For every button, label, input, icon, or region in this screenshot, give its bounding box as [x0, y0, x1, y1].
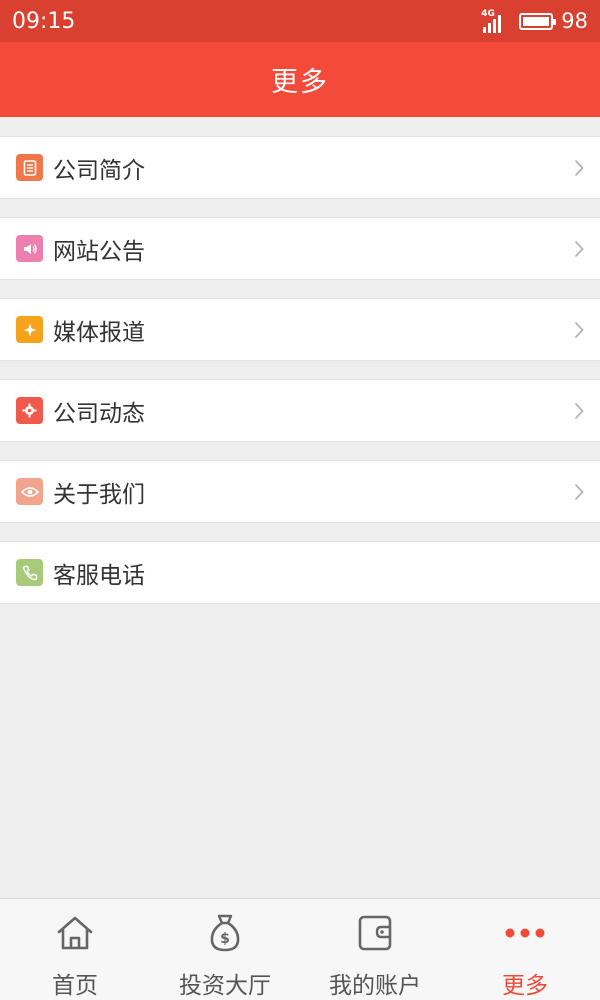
more-dots-icon: [503, 911, 547, 954]
menu-item-media-reports[interactable]: 媒体报道: [0, 298, 600, 361]
menu-item-site-announcements[interactable]: 网站公告: [0, 217, 600, 280]
tab-more[interactable]: 更多: [450, 899, 600, 1000]
phone-icon: [16, 559, 43, 586]
status-bar: 09:15 4G 98: [0, 0, 600, 42]
menu-item-label: 网站公告: [53, 238, 145, 265]
menu-item-label: 公司简介: [53, 157, 145, 184]
tab-investment-hall[interactable]: $ 投资大厅: [150, 899, 300, 1000]
home-icon: [56, 911, 94, 954]
menu-item-label: 公司动态: [53, 400, 145, 427]
speaker-icon: [16, 235, 43, 262]
status-right: 4G 98: [481, 9, 588, 33]
status-time: 09:15: [12, 8, 76, 34]
tab-label: 更多: [502, 973, 548, 999]
chevron-right-icon: [574, 483, 584, 500]
tab-label: 我的账户: [329, 973, 421, 999]
tab-label: 投资大厅: [179, 973, 271, 999]
gear-icon: [16, 397, 43, 424]
menu-item-customer-service-phone[interactable]: 客服电话: [0, 541, 600, 604]
menu-item-about-us[interactable]: 关于我们: [0, 460, 600, 523]
battery-percent: 98: [561, 9, 588, 33]
tab-home[interactable]: 首页: [0, 899, 150, 1000]
money-bag-icon: $: [208, 911, 242, 954]
svg-text:$: $: [220, 931, 230, 947]
tab-label: 首页: [52, 973, 98, 999]
signal-icon: 4G: [481, 9, 511, 33]
page-title: 更多: [271, 67, 329, 98]
chevron-right-icon: [574, 321, 584, 338]
chevron-right-icon: [574, 240, 584, 257]
menu-item-label: 关于我们: [53, 481, 145, 508]
menu-item-label: 媒体报道: [53, 319, 145, 346]
document-icon: [16, 154, 43, 181]
menu-item-company-profile[interactable]: 公司简介: [0, 136, 600, 199]
chevron-right-icon: [574, 402, 584, 419]
chevron-right-icon: [574, 159, 584, 176]
battery-icon: [519, 12, 557, 30]
menu-item-label: 客服电话: [53, 562, 145, 589]
header: 更多: [0, 42, 600, 117]
more-menu: 公司简介 网站公告 媒体报道 公司动态 关于我们 客服电话: [0, 136, 600, 622]
tab-my-account[interactable]: 我的账户: [300, 899, 450, 1000]
eye-icon: [16, 478, 43, 505]
menu-item-company-news[interactable]: 公司动态: [0, 379, 600, 442]
sparkle-icon: [16, 316, 43, 343]
wallet-icon: [357, 911, 393, 954]
bottom-tab-bar: 首页 $ 投资大厅 我的账户 更多: [0, 898, 600, 1000]
